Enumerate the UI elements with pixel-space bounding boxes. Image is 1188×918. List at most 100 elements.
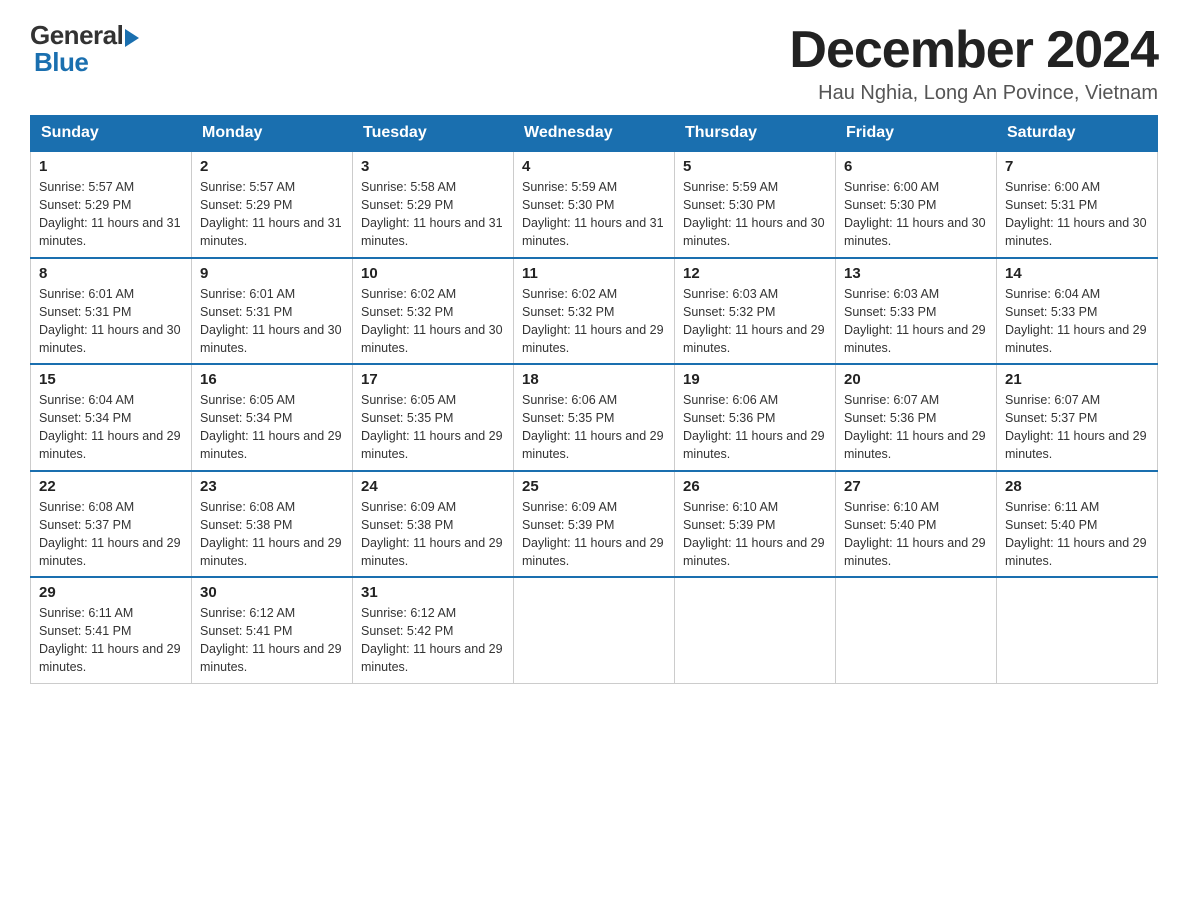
day-info: Sunrise: 6:07 AMSunset: 5:36 PMDaylight:… [844, 391, 988, 464]
day-cell: 8 Sunrise: 6:01 AMSunset: 5:31 PMDaylight… [31, 258, 192, 365]
day-cell: 26 Sunrise: 6:10 AMSunset: 5:39 PMDayligh… [675, 471, 836, 578]
day-info: Sunrise: 6:03 AMSunset: 5:33 PMDaylight:… [844, 285, 988, 358]
day-number: 8 [39, 265, 183, 282]
day-info: Sunrise: 6:06 AMSunset: 5:35 PMDaylight:… [522, 391, 666, 464]
day-info: Sunrise: 6:05 AMSunset: 5:34 PMDaylight:… [200, 391, 344, 464]
day-cell: 17 Sunrise: 6:05 AMSunset: 5:35 PMDayligh… [353, 364, 514, 471]
day-cell: 20Sunrise: 6:07 AMSunset: 5:36 PMDayligh… [836, 364, 997, 471]
day-cell [997, 577, 1158, 683]
day-number: 31 [361, 584, 505, 601]
day-number: 21 [1005, 371, 1149, 388]
week-row-1: 1 Sunrise: 5:57 AMSunset: 5:29 PMDaylight… [31, 151, 1158, 258]
day-info: Sunrise: 6:00 AMSunset: 5:30 PMDaylight:… [844, 178, 988, 251]
col-header-thursday: Thursday [675, 116, 836, 152]
day-number: 14 [1005, 265, 1149, 282]
day-cell: 9 Sunrise: 6:01 AMSunset: 5:31 PMDaylight… [192, 258, 353, 365]
day-number: 7 [1005, 158, 1149, 175]
day-cell: 12 Sunrise: 6:03 AMSunset: 5:32 PMDayligh… [675, 258, 836, 365]
month-title: December 2024 [789, 20, 1158, 80]
day-cell: 22 Sunrise: 6:08 AMSunset: 5:37 PMDayligh… [31, 471, 192, 578]
logo-arrow-icon [125, 29, 139, 47]
page-header: General Blue December 2024 Hau Nghia, Lo… [30, 20, 1158, 105]
day-cell: 27Sunrise: 6:10 AMSunset: 5:40 PMDayligh… [836, 471, 997, 578]
week-row-2: 8 Sunrise: 6:01 AMSunset: 5:31 PMDaylight… [31, 258, 1158, 365]
day-cell: 7 Sunrise: 6:00 AMSunset: 5:31 PMDaylight… [997, 151, 1158, 258]
logo: General Blue [30, 20, 139, 78]
day-info: Sunrise: 6:03 AMSunset: 5:32 PMDaylight:… [683, 285, 827, 358]
week-row-3: 15 Sunrise: 6:04 AMSunset: 5:34 PMDayligh… [31, 364, 1158, 471]
day-number: 11 [522, 265, 666, 282]
day-info: Sunrise: 5:59 AMSunset: 5:30 PMDaylight:… [522, 178, 666, 251]
day-cell: 2 Sunrise: 5:57 AMSunset: 5:29 PMDaylight… [192, 151, 353, 258]
week-row-4: 22 Sunrise: 6:08 AMSunset: 5:37 PMDayligh… [31, 471, 1158, 578]
day-info: Sunrise: 6:01 AMSunset: 5:31 PMDaylight:… [39, 285, 183, 358]
day-info: Sunrise: 6:01 AMSunset: 5:31 PMDaylight:… [200, 285, 344, 358]
day-number: 19 [683, 371, 827, 388]
day-number: 10 [361, 265, 505, 282]
day-number: 12 [683, 265, 827, 282]
day-number: 1 [39, 158, 183, 175]
day-number: 25 [522, 478, 666, 495]
day-info: Sunrise: 6:09 AMSunset: 5:38 PMDaylight:… [361, 498, 505, 571]
day-number: 23 [200, 478, 344, 495]
day-info: Sunrise: 6:10 AMSunset: 5:40 PMDaylight:… [844, 498, 988, 571]
day-cell: 25 Sunrise: 6:09 AMSunset: 5:39 PMDayligh… [514, 471, 675, 578]
day-info: Sunrise: 5:57 AMSunset: 5:29 PMDaylight:… [39, 178, 183, 251]
day-cell: 18Sunrise: 6:06 AMSunset: 5:35 PMDayligh… [514, 364, 675, 471]
day-number: 28 [1005, 478, 1149, 495]
day-info: Sunrise: 6:12 AMSunset: 5:41 PMDaylight:… [200, 604, 344, 677]
day-info: Sunrise: 6:04 AMSunset: 5:34 PMDaylight:… [39, 391, 183, 464]
day-info: Sunrise: 6:07 AMSunset: 5:37 PMDaylight:… [1005, 391, 1149, 464]
day-cell: 3Sunrise: 5:58 AMSunset: 5:29 PMDaylight… [353, 151, 514, 258]
day-cell: 11 Sunrise: 6:02 AMSunset: 5:32 PMDayligh… [514, 258, 675, 365]
logo-blue-text: Blue [34, 47, 88, 78]
col-header-sunday: Sunday [31, 116, 192, 152]
day-number: 9 [200, 265, 344, 282]
day-cell: 19Sunrise: 6:06 AMSunset: 5:36 PMDayligh… [675, 364, 836, 471]
day-info: Sunrise: 6:05 AMSunset: 5:35 PMDaylight:… [361, 391, 505, 464]
day-number: 29 [39, 584, 183, 601]
day-info: Sunrise: 6:00 AMSunset: 5:31 PMDaylight:… [1005, 178, 1149, 251]
day-cell: 15 Sunrise: 6:04 AMSunset: 5:34 PMDayligh… [31, 364, 192, 471]
day-number: 17 [361, 371, 505, 388]
calendar-header-row: SundayMondayTuesdayWednesdayThursdayFrid… [31, 116, 1158, 152]
day-info: Sunrise: 6:08 AMSunset: 5:37 PMDaylight:… [39, 498, 183, 571]
location-text: Hau Nghia, Long An Povince, Vietnam [789, 82, 1158, 105]
day-number: 15 [39, 371, 183, 388]
col-header-friday: Friday [836, 116, 997, 152]
day-info: Sunrise: 6:10 AMSunset: 5:39 PMDaylight:… [683, 498, 827, 571]
day-cell: 10 Sunrise: 6:02 AMSunset: 5:32 PMDayligh… [353, 258, 514, 365]
day-cell [514, 577, 675, 683]
day-cell: 23Sunrise: 6:08 AMSunset: 5:38 PMDayligh… [192, 471, 353, 578]
day-cell: 30 Sunrise: 6:12 AMSunset: 5:41 PMDayligh… [192, 577, 353, 683]
day-cell: 24 Sunrise: 6:09 AMSunset: 5:38 PMDayligh… [353, 471, 514, 578]
day-number: 26 [683, 478, 827, 495]
calendar-table: SundayMondayTuesdayWednesdayThursdayFrid… [30, 115, 1158, 684]
day-info: Sunrise: 6:11 AMSunset: 5:40 PMDaylight:… [1005, 498, 1149, 571]
col-header-monday: Monday [192, 116, 353, 152]
week-row-5: 29Sunrise: 6:11 AMSunset: 5:41 PMDayligh… [31, 577, 1158, 683]
day-info: Sunrise: 6:02 AMSunset: 5:32 PMDaylight:… [361, 285, 505, 358]
col-header-tuesday: Tuesday [353, 116, 514, 152]
day-number: 22 [39, 478, 183, 495]
day-cell [675, 577, 836, 683]
day-number: 24 [361, 478, 505, 495]
col-header-saturday: Saturday [997, 116, 1158, 152]
day-cell: 29Sunrise: 6:11 AMSunset: 5:41 PMDayligh… [31, 577, 192, 683]
day-cell: 31 Sunrise: 6:12 AMSunset: 5:42 PMDayligh… [353, 577, 514, 683]
title-area: December 2024 Hau Nghia, Long An Povince… [789, 20, 1158, 105]
col-header-wednesday: Wednesday [514, 116, 675, 152]
day-number: 2 [200, 158, 344, 175]
day-number: 30 [200, 584, 344, 601]
day-number: 4 [522, 158, 666, 175]
day-info: Sunrise: 6:09 AMSunset: 5:39 PMDaylight:… [522, 498, 666, 571]
day-cell: 5Sunrise: 5:59 AMSunset: 5:30 PMDaylight… [675, 151, 836, 258]
day-info: Sunrise: 5:57 AMSunset: 5:29 PMDaylight:… [200, 178, 344, 251]
day-info: Sunrise: 6:12 AMSunset: 5:42 PMDaylight:… [361, 604, 505, 677]
day-cell: 28 Sunrise: 6:11 AMSunset: 5:40 PMDayligh… [997, 471, 1158, 578]
day-number: 13 [844, 265, 988, 282]
day-number: 5 [683, 158, 827, 175]
day-cell: 13 Sunrise: 6:03 AMSunset: 5:33 PMDayligh… [836, 258, 997, 365]
day-info: Sunrise: 6:02 AMSunset: 5:32 PMDaylight:… [522, 285, 666, 358]
day-info: Sunrise: 5:58 AMSunset: 5:29 PMDaylight:… [361, 178, 505, 251]
